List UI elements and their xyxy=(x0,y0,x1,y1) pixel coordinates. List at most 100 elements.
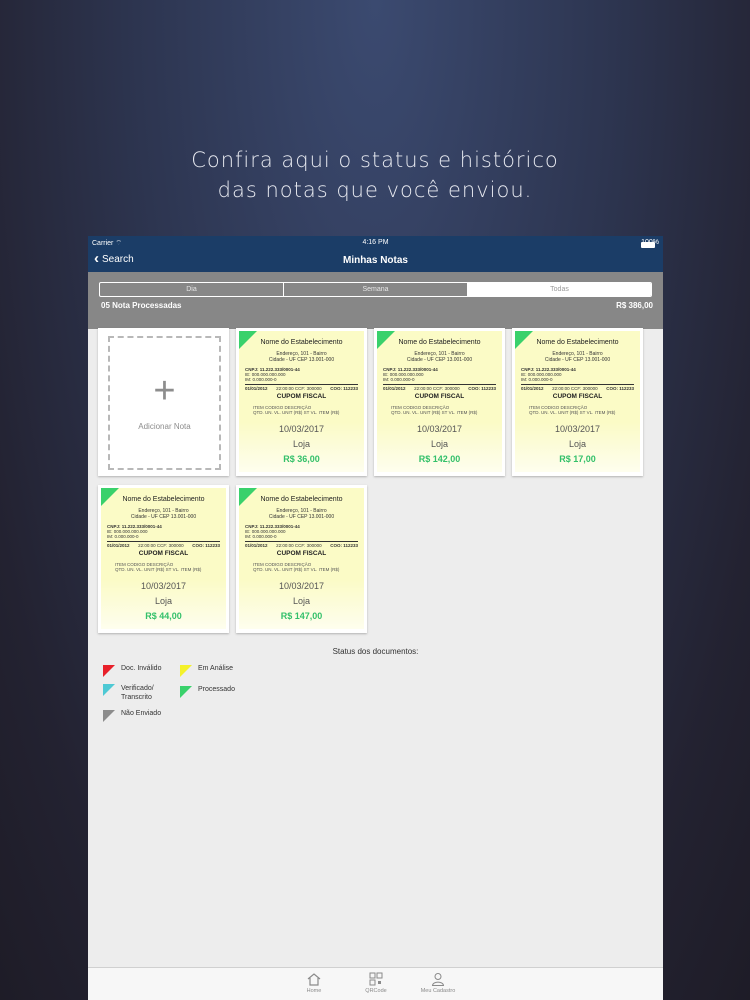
receipt-doc-title: CUPOM FISCAL xyxy=(414,393,465,400)
legend-label: Processado xyxy=(198,686,235,693)
note-date: 10/03/2017 xyxy=(278,581,325,591)
receipt-columns: ITEM CODIGO DESCRIÇÃO QTD. UN. VL. UNIT (… xyxy=(391,405,478,415)
receipt-ids: CNPJ: 11.222.333/0001-44 IE: 000.000.000.… xyxy=(245,367,300,382)
back-label: Search xyxy=(102,253,134,265)
note-store: Loja xyxy=(430,439,448,449)
legend-label: Verificado/ Transcrito xyxy=(121,685,154,701)
receipt-address: Endereço, 101 - Bairro Cidade - UF CEP 13… xyxy=(406,351,473,363)
receipt-columns: ITEM CODIGO DESCRIÇÃO QTD. UN. VL. UNIT (… xyxy=(253,562,340,572)
chevron-left-icon: ‹ xyxy=(94,250,99,267)
status-triangle-icon xyxy=(180,665,192,677)
note-store: Loja xyxy=(568,439,586,449)
person-icon xyxy=(431,973,445,986)
receipt-divider xyxy=(521,384,634,385)
note-card[interactable]: Nome do Estabelecimento Endereço, 101 - B… xyxy=(512,328,643,476)
note-card[interactable]: Nome do Estabelecimento Endereço, 101 - B… xyxy=(374,328,505,476)
note-date: 10/03/2017 xyxy=(416,424,463,434)
legend-item-processed: Processado xyxy=(180,686,235,698)
summary-row: 05 Nota Processadas R$ 386,00 xyxy=(101,301,653,310)
note-date: 10/03/2017 xyxy=(554,424,601,434)
receipt-divider xyxy=(107,541,220,542)
status-triangle-icon xyxy=(377,331,395,349)
receipt-ids: CNPJ: 11.222.333/0001-44 IE: 000.000.000.… xyxy=(107,524,162,539)
receipt-info-line: 01/01/2012 22:00:00 CCF: 300000 COO: 11223… xyxy=(521,386,634,391)
note-card[interactable]: Nome do Estabelecimento Endereço, 101 - B… xyxy=(236,485,367,633)
legend-label: Não Enviado xyxy=(121,710,162,717)
note-card[interactable]: Nome do Estabelecimento Endereço, 101 - B… xyxy=(236,328,367,476)
note-date: 10/03/2017 xyxy=(140,581,187,591)
receipt-info-line: 01/01/2012 22:00:00 CCF: 300000 COO: 11223… xyxy=(245,543,358,548)
tab-qrcode[interactable]: QRCode xyxy=(346,972,406,994)
legend-title: Status dos documentos: xyxy=(332,647,419,656)
status-triangle-icon xyxy=(180,686,192,698)
receipt-ids: CNPJ: 11.222.333/0001-44 IE: 000.000.000.… xyxy=(245,524,300,539)
legend-item-verified: Verificado/ Transcrito xyxy=(103,684,154,702)
segment-semana[interactable]: Semana xyxy=(284,283,468,296)
receipt-store-name: Nome do Estabelecimento xyxy=(398,339,481,346)
receipt-info-line: 01/01/2012 22:00:00 CCF: 300000 COO: 11223… xyxy=(245,386,358,391)
tab-label: QRCode xyxy=(365,988,387,994)
receipt-ids: CNPJ: 11.222.333/0001-44 IE: 000.000.000.… xyxy=(521,367,576,382)
add-note-label: Adicionar Nota xyxy=(138,422,191,431)
note-card[interactable]: Nome do Estabelecimento Endereço, 101 - B… xyxy=(98,485,229,633)
segment-todas[interactable]: Todas xyxy=(468,283,651,296)
status-triangle-icon xyxy=(103,710,115,722)
segment-dia[interactable]: Dia xyxy=(100,283,284,296)
receipt-ids: CNPJ: 11.222.333/0001-44 IE: 000.000.000.… xyxy=(383,367,438,382)
processed-count: 05 Nota Processadas xyxy=(101,301,182,310)
period-segmented-control: Dia Semana Todas xyxy=(99,282,652,297)
page-title: Minhas Notas xyxy=(342,255,408,266)
receipt-info-line: 01/01/2012 22:00:00 CCF: 300000 COO: 11223… xyxy=(107,543,220,548)
battery-icon xyxy=(641,242,656,248)
receipt-columns: ITEM CODIGO DESCRIÇÃO QTD. UN. VL. UNIT (… xyxy=(115,562,202,572)
plus-icon: + xyxy=(153,370,176,412)
receipt-doc-title: CUPOM FISCAL xyxy=(276,550,327,557)
note-value: R$ 142,00 xyxy=(418,454,461,464)
note-value: R$ 147,00 xyxy=(280,611,323,621)
status-triangle-icon xyxy=(239,488,257,506)
tab-label: Meu Cadastro xyxy=(420,988,456,994)
note-value: R$ 17,00 xyxy=(559,454,596,464)
receipt-address: Endereço, 101 - Bairro Cidade - UF CEP 13… xyxy=(544,351,611,363)
legend-item-invalid: Doc. Inválido xyxy=(103,665,161,677)
receipt-address: Endereço, 101 - Bairro Cidade - UF CEP 13… xyxy=(268,351,335,363)
home-icon xyxy=(307,973,321,986)
status-triangle-icon xyxy=(239,331,257,349)
back-button[interactable]: ‹ Search xyxy=(94,250,134,267)
status-bar: Carrier ⌔ 4:16 PM 100% xyxy=(88,236,663,249)
receipt-store-name: Nome do Estabelecimento xyxy=(260,339,343,346)
legend-label: Doc. Inválido xyxy=(121,665,162,672)
receipt-columns: ITEM CODIGO DESCRIÇÃO QTD. UN. VL. UNIT (… xyxy=(529,405,616,415)
receipt-doc-title: CUPOM FISCAL xyxy=(138,550,189,557)
receipt-doc-title: CUPOM FISCAL xyxy=(276,393,327,400)
tab-profile[interactable]: Meu Cadastro xyxy=(408,972,468,994)
receipt-store-name: Nome do Estabelecimento xyxy=(536,339,619,346)
headline-line-1: Confira aqui o status e histórico xyxy=(191,148,559,172)
headline-line-2: das notas que você enviou. xyxy=(217,178,533,202)
dashed-frame: + Adicionar Nota xyxy=(108,336,221,470)
status-triangle-icon xyxy=(515,331,533,349)
total-amount: R$ 386,00 xyxy=(616,301,653,310)
legend-item-not-sent: Não Enviado xyxy=(103,710,161,722)
tab-home[interactable]: Home xyxy=(284,972,344,994)
device-screen: Carrier ⌔ 4:16 PM 100% ‹ Search Minhas N… xyxy=(88,236,663,1000)
note-value: R$ 44,00 xyxy=(145,611,182,621)
receipt-info-line: 01/01/2012 22:00:00 CCF: 300000 COO: 11223… xyxy=(383,386,496,391)
receipt-address: Endereço, 101 - Bairro Cidade - UF CEP 13… xyxy=(268,508,335,520)
receipt-divider xyxy=(245,541,358,542)
add-note-card[interactable]: + Adicionar Nota xyxy=(98,328,229,476)
note-store: Loja xyxy=(292,596,310,606)
note-value: R$ 36,00 xyxy=(283,454,320,464)
receipt-divider xyxy=(245,384,358,385)
receipt-doc-title: CUPOM FISCAL xyxy=(552,393,603,400)
note-date: 10/03/2017 xyxy=(278,424,325,434)
tab-bar: Home QRCode Meu Cadastro xyxy=(88,967,663,1000)
note-store: Loja xyxy=(292,439,310,449)
battery-indicator: 100% xyxy=(641,239,659,248)
receipt-store-name: Nome do Estabelecimento xyxy=(260,496,343,503)
tab-label: Home xyxy=(306,988,322,994)
receipt-columns: ITEM CODIGO DESCRIÇÃO QTD. UN. VL. UNIT (… xyxy=(253,405,340,415)
legend-item-analysis: Em Análise xyxy=(180,665,233,677)
navigation-bar: ‹ Search Minhas Notas xyxy=(88,249,663,272)
status-triangle-icon xyxy=(103,684,115,696)
